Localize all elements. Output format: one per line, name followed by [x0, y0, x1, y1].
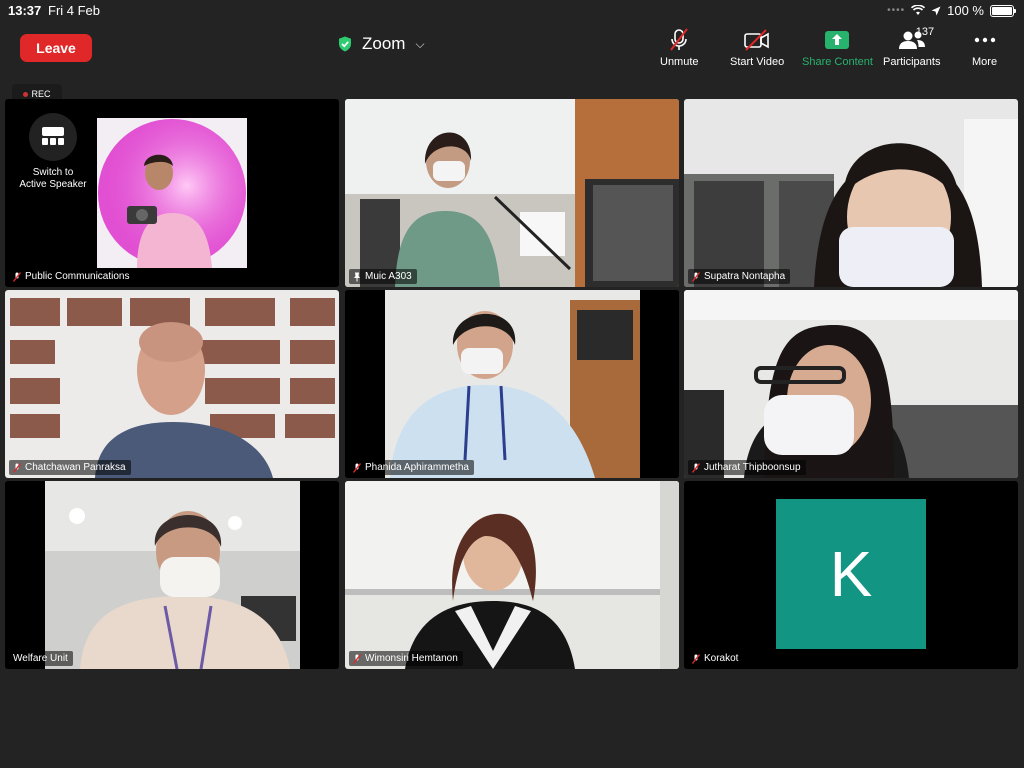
video-feed	[345, 99, 679, 287]
switch-label-line2: Active Speaker	[19, 179, 87, 190]
video-tile[interactable]: Welfare Unit	[5, 481, 339, 669]
status-right: •••• 100 %	[887, 3, 1016, 18]
mic-muted-icon	[692, 653, 700, 664]
mic-muted-icon	[692, 462, 700, 473]
recording-dot-icon	[23, 91, 29, 97]
participant-name-tag: Jutharat Thipboonsup	[688, 460, 806, 475]
participant-name-tag: Chatchawan Panraksa	[9, 460, 131, 475]
unmute-button[interactable]: Unmute	[660, 28, 699, 68]
participants-count: 137	[915, 26, 935, 38]
video-tile[interactable]: Supatra Nontapha	[684, 99, 1018, 287]
switch-label-line1: Switch to	[32, 167, 74, 178]
video-tile-active-speaker[interactable]: Muic A303	[345, 99, 679, 287]
video-tile[interactable]: Chatchawan Panraksa	[5, 290, 339, 478]
participant-name: Chatchawan Panraksa	[25, 462, 126, 473]
mic-muted-icon	[670, 28, 689, 51]
start-video-label: Start Video	[730, 56, 785, 68]
shield-check-icon	[339, 36, 351, 52]
participant-name-tag: Public Communications	[9, 269, 135, 284]
pin-icon	[354, 272, 360, 281]
location-arrow-icon	[931, 6, 941, 15]
participants-button[interactable]: 137 Participants	[883, 26, 941, 68]
video-feed	[684, 99, 1018, 287]
video-tile[interactable]: Phanida Aphirammetha	[345, 290, 679, 478]
participant-name: Korakot	[704, 653, 739, 664]
participant-name-tag: Phanida Aphirammetha	[349, 460, 474, 475]
switch-active-speaker-button[interactable]: Switch to Active Speaker	[13, 113, 93, 191]
video-tile[interactable]: Wimonsiri Hemtanon	[345, 481, 679, 669]
participants-label: Participants	[883, 56, 941, 68]
participant-name-tag: Muic A303	[349, 269, 417, 284]
meeting-title-text: Zoom	[362, 34, 406, 53]
participant-name-tag: Korakot	[688, 651, 744, 666]
share-content-label: Share Content	[802, 56, 873, 68]
battery-icon	[990, 4, 1016, 17]
video-off-icon	[744, 29, 769, 51]
video-feed	[345, 290, 679, 478]
video-feed	[345, 481, 679, 669]
status-time: 13:37	[8, 3, 42, 18]
ellipsis-icon	[974, 37, 995, 43]
more-button[interactable]: More	[972, 28, 997, 68]
mic-muted-icon	[13, 271, 21, 282]
share-arrow-icon	[825, 31, 850, 49]
meeting-toolbar: Unmute Start Video Share Content 137 Par…	[650, 26, 1024, 68]
video-feed	[5, 481, 339, 669]
more-label: More	[972, 56, 998, 68]
video-tile[interactable]: Switch to Active Speaker Public Communic…	[5, 99, 339, 287]
grid-view-icon	[42, 127, 64, 145]
participant-name: Public Communications	[25, 271, 130, 282]
video-tile[interactable]: Jutharat Thipboonsup	[684, 290, 1018, 478]
profile-picture	[97, 118, 247, 268]
participant-name: Phanida Aphirammetha	[365, 462, 469, 473]
mic-muted-icon	[353, 653, 361, 664]
participant-name: Muic A303	[365, 271, 412, 282]
share-content-button[interactable]: Share Content	[802, 28, 873, 68]
mic-muted-icon	[353, 462, 361, 473]
participant-name-tag: Supatra Nontapha	[688, 269, 791, 284]
recording-label: REC	[31, 89, 51, 99]
battery-percent: 100 %	[947, 3, 984, 18]
wifi-icon	[911, 5, 926, 15]
status-date: Fri 4 Feb	[48, 3, 101, 18]
participant-name-tag: Wimonsiri Hemtanon	[349, 651, 463, 666]
participant-name: Wimonsiri Hemtanon	[365, 653, 458, 664]
start-video-button[interactable]: Start Video	[730, 28, 784, 68]
more-dots-icon: ••••	[887, 5, 906, 16]
participant-name: Welfare Unit	[13, 653, 68, 664]
video-feed	[5, 290, 339, 478]
leave-button[interactable]: Leave	[20, 34, 92, 62]
participant-avatar: K	[776, 499, 926, 649]
participant-name: Jutharat Thipboonsup	[704, 462, 801, 473]
participant-name-tag: Welfare Unit	[9, 651, 73, 666]
video-feed	[684, 290, 1018, 478]
mic-muted-icon	[13, 462, 21, 473]
video-tile[interactable]: K Korakot	[684, 481, 1018, 669]
status-bar: 13:37 Fri 4 Feb •••• 100 %	[0, 0, 1024, 22]
mic-muted-icon	[692, 271, 700, 282]
participant-name: Supatra Nontapha	[704, 271, 786, 282]
unmute-label: Unmute	[660, 56, 699, 68]
chevron-down-icon: ⌵	[415, 36, 425, 51]
meeting-title[interactable]: Zoom ⌵	[338, 34, 425, 54]
